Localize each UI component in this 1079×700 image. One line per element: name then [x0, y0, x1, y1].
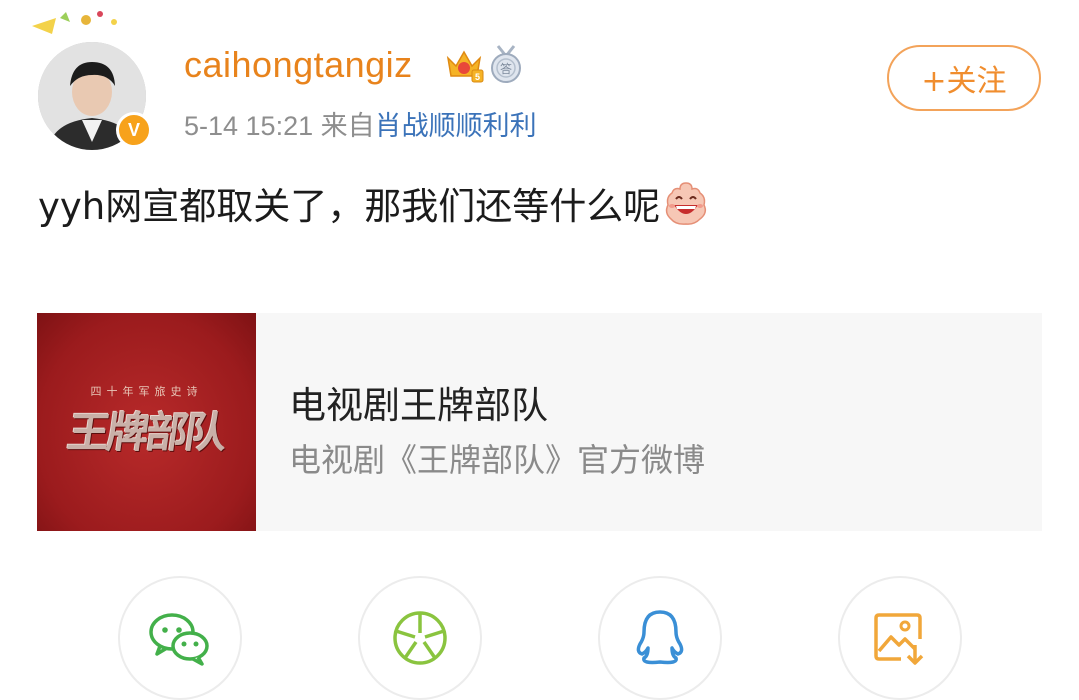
source-prefix: 来自	[320, 111, 375, 141]
follow-button[interactable]: +关注	[887, 45, 1041, 111]
username[interactable]: caihongtangiz	[184, 44, 413, 86]
card-thumbnail: 四十年军旅史诗 王牌部队	[37, 313, 256, 531]
medal-icon: 答	[491, 45, 521, 83]
laughing-emoji-icon	[666, 182, 707, 225]
svg-text:5: 5	[475, 72, 480, 82]
crown-icon: 5	[446, 50, 484, 83]
share-wechat-button[interactable]	[118, 576, 242, 700]
wechat-icon	[149, 613, 209, 666]
post-body: yyh网宣都取关了，那我们还等什么呢	[38, 185, 661, 228]
qq-icon	[636, 610, 684, 665]
svg-text:答: 答	[500, 61, 512, 76]
source-link[interactable]: 肖战顺顺利利	[375, 111, 537, 141]
card-title: 电视剧王牌部队	[289, 384, 548, 427]
post-meta: 5-14 15:21 来自肖战顺顺利利	[184, 104, 537, 143]
avatar-decoration-icon	[32, 11, 117, 34]
share-moments-button[interactable]	[358, 576, 482, 700]
thumbnail-title: 王牌部队	[64, 408, 228, 457]
save-image-icon	[874, 613, 924, 665]
share-qq-button[interactable]	[598, 576, 722, 700]
card-subtitle: 电视剧《王牌部队》官方微博	[289, 441, 706, 479]
link-card[interactable]: 四十年军旅史诗 王牌部队 电视剧王牌部队 电视剧《王牌部队》官方微博	[37, 313, 1042, 531]
save-image-button[interactable]	[838, 576, 962, 700]
thumbnail-subtitle: 四十年军旅史诗	[90, 385, 203, 398]
post-timestamp: 5-14 15:21	[184, 111, 314, 141]
post-text: yyh网宣都取关了，那我们还等什么呢	[38, 176, 710, 230]
moments-icon	[393, 611, 447, 665]
verified-badge-icon: V	[116, 112, 152, 148]
